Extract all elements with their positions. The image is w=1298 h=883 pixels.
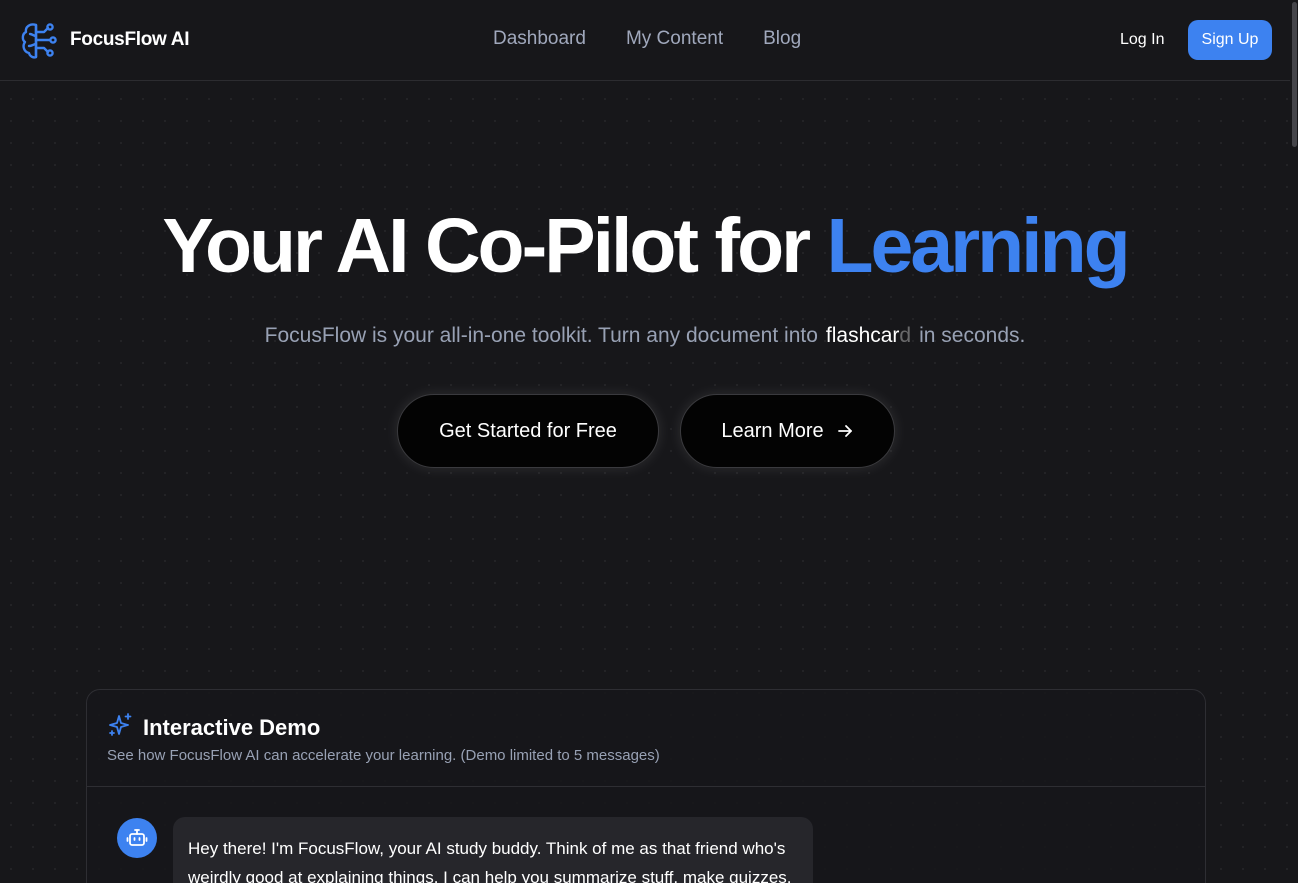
divider (87, 786, 1205, 787)
hero-title: Your AI Co-Pilot for Learning (0, 202, 1290, 291)
top-navbar: FocusFlow AI Dashboard My Content Blog L… (0, 0, 1290, 81)
hero-subtitle-before: FocusFlow is your all-in-one toolkit. Tu… (264, 324, 818, 347)
brand[interactable]: FocusFlow AI (20, 20, 190, 60)
arrow-right-icon (837, 425, 852, 437)
bot-message-bubble: Hey there! I'm FocusFlow, your AI study … (173, 817, 813, 883)
nav-link-blog[interactable]: Blog (763, 28, 801, 50)
bot-icon (126, 829, 148, 846)
nav-links: Dashboard My Content Blog (493, 28, 841, 50)
sparkles-icon (107, 712, 133, 743)
nav-link-dashboard[interactable]: Dashboard (493, 28, 586, 50)
demo-description: See how FocusFlow AI can accelerate your… (107, 747, 660, 764)
signup-button[interactable]: Sign Up (1188, 20, 1272, 60)
hero-title-main: Your AI Co-Pilot for (162, 203, 811, 289)
login-link[interactable]: Log In (1120, 31, 1164, 49)
learn-more-button[interactable]: Learn More (680, 394, 895, 468)
typed-word: flashcard (826, 324, 911, 347)
get-started-button[interactable]: Get Started for Free (397, 394, 659, 468)
nav-link-my-content[interactable]: My Content (626, 28, 723, 50)
scrollbar[interactable] (1290, 0, 1298, 883)
demo-header: Interactive Demo (107, 712, 320, 743)
brand-name: FocusFlow AI (70, 29, 190, 50)
get-started-label: Get Started for Free (439, 419, 617, 442)
typed-word-visible: flashcar (825, 324, 900, 347)
demo-title: Interactive Demo (143, 714, 321, 740)
hero-subtitle: FocusFlow is your all-in-one toolkit. Tu… (0, 324, 1290, 348)
interactive-demo-card: Interactive Demo See how FocusFlow AI ca… (86, 689, 1206, 883)
scrollbar-thumb[interactable] (1292, 2, 1297, 147)
bot-avatar (117, 818, 157, 858)
hero-subtitle-after: in seconds. (919, 324, 1026, 347)
learn-more-label: Learn More (721, 419, 824, 442)
typed-word-fading: d (899, 324, 912, 347)
hero-title-accent: Learning (826, 203, 1131, 289)
brain-circuit-icon (20, 20, 58, 60)
